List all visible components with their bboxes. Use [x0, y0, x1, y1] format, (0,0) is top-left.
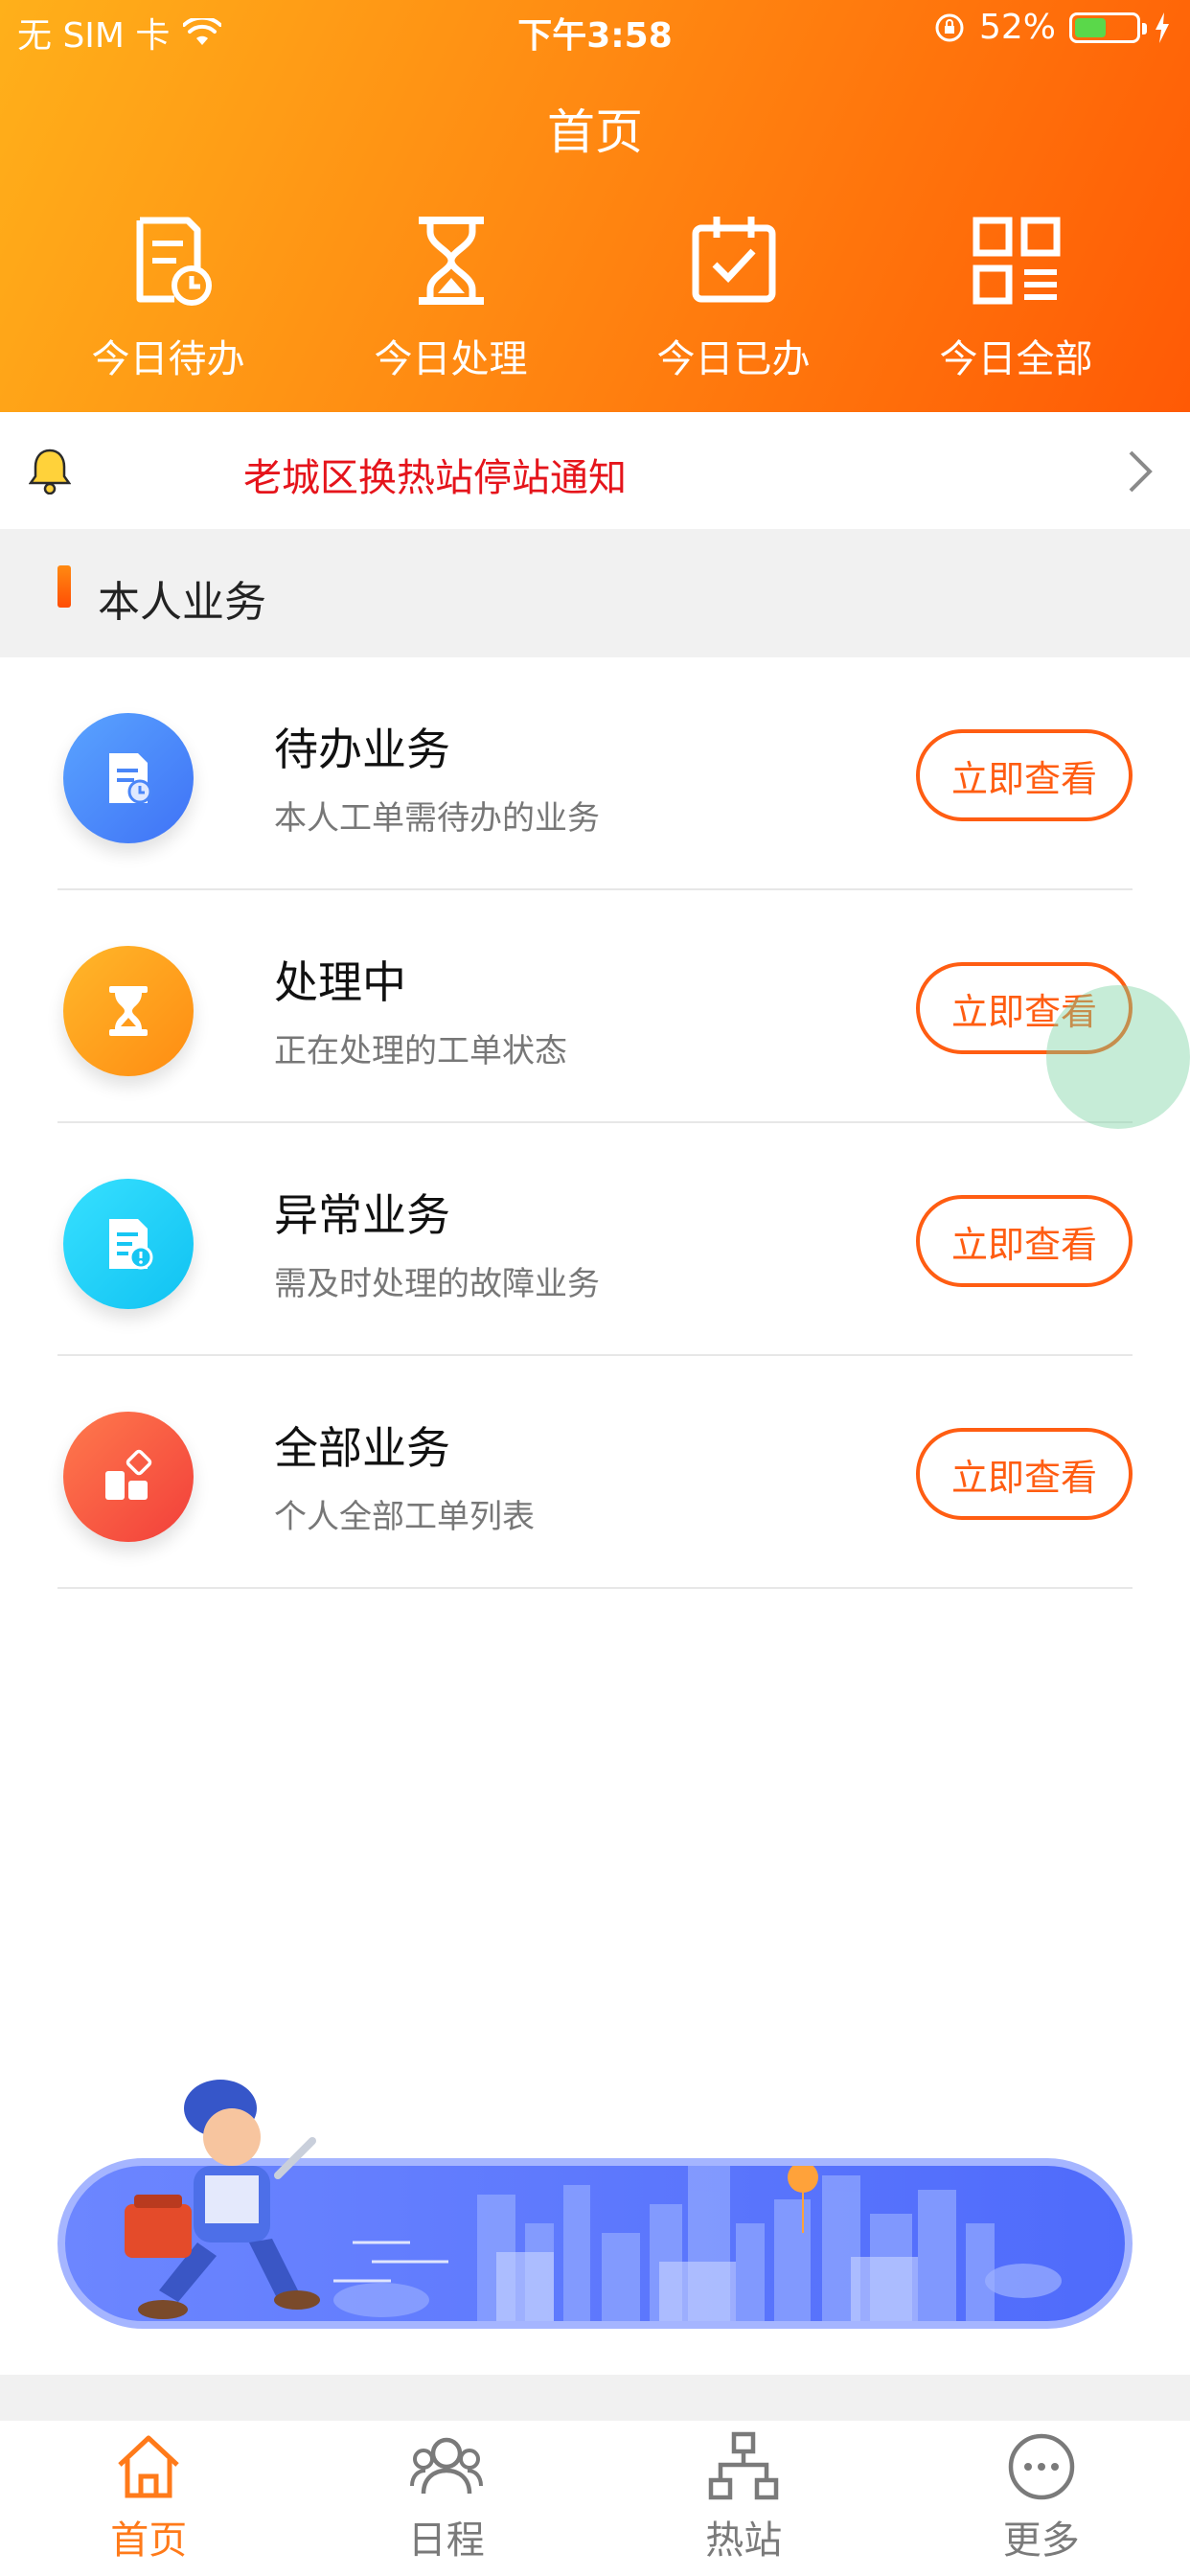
item-desc: 个人全部工单列表 [274, 1498, 535, 1536]
view-now-button[interactable]: 立即查看 [916, 1195, 1133, 1287]
page-title: 首页 [547, 104, 643, 160]
tab-label: 日程 [407, 2518, 485, 2563]
section-header: 本人业务 [0, 529, 1190, 657]
apps-icon [105, 1449, 152, 1500]
list-item: 异常业务 需及时处理的故障业务 立即查看 [0, 1123, 1190, 1356]
tab-label: 热站 [705, 2518, 783, 2563]
item-desc: 本人工单需待办的业务 [274, 799, 600, 838]
list-item: 待办业务 本人工单需待办的业务 立即查看 [0, 657, 1190, 890]
quick-label: 今日全部 [939, 337, 1093, 381]
quick-today-todo[interactable]: 今日待办 [27, 213, 309, 395]
item-title: 全部业务 [274, 1422, 450, 1474]
network-icon [709, 2431, 779, 2500]
bell-icon [29, 448, 71, 494]
document-clock-icon [109, 753, 152, 804]
quick-label: 今日处理 [374, 337, 528, 381]
todo-business-icon [63, 713, 194, 843]
people-icon [409, 2437, 483, 2495]
rotation-lock-icon [935, 13, 964, 41]
hourglass-icon [418, 217, 484, 305]
charging-icon [1156, 12, 1169, 43]
item-desc: 需及时处理的故障业务 [274, 1265, 600, 1303]
list-item: 处理中 正在处理的工单状态 立即查看 [0, 890, 1190, 1123]
status-right: 52% [933, 8, 1171, 47]
worker-mascot-illustration [125, 2080, 320, 2319]
battery-fill [1075, 17, 1107, 37]
quick-today-all[interactable]: 今日全部 [875, 213, 1157, 395]
tab-more[interactable]: 更多 [893, 2421, 1190, 2576]
section-title: 本人业务 [98, 578, 266, 627]
chevron-right-icon[interactable] [1127, 448, 1154, 494]
more-icon [1008, 2433, 1074, 2500]
home-icon [118, 2435, 179, 2498]
header: 无 SIM 卡 下午3:58 52% 首页 今日待办 今日处理 今日已办 今日全… [0, 0, 1190, 412]
abnormal-business-icon [63, 1179, 194, 1309]
document-alert-icon [109, 1219, 153, 1270]
quick-today-processing[interactable]: 今日处理 [309, 213, 592, 395]
business-list: 待办业务 本人工单需待办的业务 立即查看 处理中 正在处理的工单状态 立即查看 [0, 657, 1190, 1589]
status-bar: 无 SIM 卡 下午3:58 52% [0, 0, 1190, 58]
item-desc: 正在处理的工单状态 [274, 1032, 567, 1070]
tabbar-separator [0, 2375, 1190, 2421]
processing-business-icon [63, 946, 194, 1076]
tab-label: 首页 [110, 2518, 188, 2563]
tab-heat-station[interactable]: 热站 [595, 2421, 893, 2576]
tab-schedule[interactable]: 日程 [298, 2421, 596, 2576]
grid-menu-icon [973, 217, 1060, 305]
quick-actions: 今日待办 今日处理 今日已办 今日全部 [0, 213, 1190, 395]
item-title: 待办业务 [274, 724, 450, 775]
tab-home[interactable]: 首页 [0, 2421, 298, 2576]
item-title: 异常业务 [274, 1189, 450, 1241]
document-clock-icon [136, 217, 212, 306]
quick-today-done[interactable]: 今日已办 [592, 213, 875, 395]
quick-label: 今日已办 [656, 337, 811, 381]
list-item: 全部业务 个人全部工单列表 立即查看 [0, 1356, 1190, 1589]
hourglass-icon [109, 986, 148, 1036]
all-business-icon [63, 1412, 194, 1542]
touch-indicator [1046, 985, 1190, 1129]
battery-icon [1069, 12, 1147, 43]
view-now-button[interactable]: 立即查看 [916, 1428, 1133, 1520]
calendar-check-icon [692, 217, 775, 303]
battery-percent: 52% [978, 8, 1056, 47]
notice-bar[interactable]: 老城区换热站停站通知 [0, 412, 1190, 529]
quick-label: 今日待办 [91, 337, 245, 381]
tab-label: 更多 [1002, 2518, 1080, 2563]
notice-text[interactable]: 老城区换热站停站通知 [243, 447, 627, 502]
section-accent-bar [57, 565, 71, 608]
item-title: 处理中 [274, 956, 406, 1008]
view-now-button[interactable]: 立即查看 [916, 729, 1133, 821]
tab-bar: 首页 日程 热站 更多 [0, 2421, 1190, 2576]
